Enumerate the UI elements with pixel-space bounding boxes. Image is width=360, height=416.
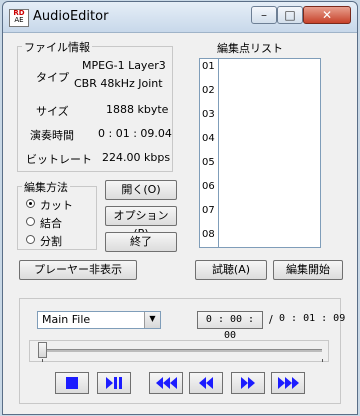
list-item: 01 bbox=[202, 61, 215, 72]
close-icon: ✕ bbox=[321, 8, 333, 22]
forward-icon bbox=[232, 373, 264, 393]
title-bar[interactable]: RD AE AudioEditor – □ ✕ bbox=[3, 2, 357, 33]
forward-button[interactable] bbox=[231, 372, 265, 394]
list-item: 08 bbox=[202, 229, 215, 240]
start-edit-button[interactable]: 編集開始 bbox=[273, 260, 343, 280]
duration-value: 0 : 01 : 09.04 bbox=[98, 127, 172, 140]
time-separator: / bbox=[269, 313, 273, 326]
minimize-button[interactable]: – bbox=[251, 6, 277, 24]
options-button[interactable]: オプション(P) bbox=[105, 206, 177, 240]
minimize-icon: – bbox=[261, 8, 267, 22]
list-item: 02 bbox=[202, 85, 215, 96]
radio-split-indicator[interactable] bbox=[26, 235, 35, 244]
exit-button[interactable]: 終了 bbox=[105, 232, 177, 252]
type-value-line2: CBR 48kHz Joint bbox=[74, 77, 163, 90]
bitrate-label: ビットレート bbox=[26, 153, 92, 166]
list-item: 05 bbox=[202, 157, 215, 168]
type-value-line1: MPEG-1 Layer3 bbox=[82, 59, 166, 72]
current-time-display[interactable]: 0 : 00 : 00 bbox=[197, 311, 263, 341]
play-pause-button[interactable] bbox=[97, 372, 131, 394]
hide-player-button[interactable]: プレーヤー非表示 bbox=[19, 260, 137, 280]
play-pause-icon bbox=[98, 373, 130, 393]
rewind-icon bbox=[190, 373, 222, 393]
edit-points-list[interactable]: 01 02 03 04 05 06 07 08 bbox=[199, 58, 321, 248]
edit-points-label: 編集点リスト bbox=[217, 42, 283, 55]
radio-split[interactable]: 分割 bbox=[26, 233, 96, 248]
seek-slider-thumb[interactable] bbox=[38, 342, 47, 358]
edit-method-label: 編集方法 bbox=[22, 179, 70, 195]
list-item: 03 bbox=[202, 109, 215, 120]
list-scrollbar[interactable] bbox=[304, 59, 320, 247]
type-label: タイプ bbox=[36, 71, 69, 84]
seek-slider-tick-end bbox=[322, 359, 323, 362]
maximize-button[interactable]: □ bbox=[277, 6, 303, 24]
duration-label: 演奏時間 bbox=[30, 129, 74, 142]
stop-button[interactable] bbox=[55, 372, 89, 394]
size-value: 1888 kbyte bbox=[106, 103, 169, 116]
app-icon: RD AE bbox=[9, 9, 29, 27]
app-window: RD AE AudioEditor – □ ✕ ファイル情報 タイプ MPEG-… bbox=[2, 1, 358, 415]
file-info-group: ファイル情報 タイプ MPEG-1 Layer3 CBR 48kHz Joint… bbox=[17, 39, 173, 172]
list-item: 07 bbox=[202, 205, 215, 216]
seek-slider[interactable] bbox=[29, 340, 329, 362]
seek-slider-tick-start bbox=[42, 359, 43, 362]
file-info-label: ファイル情報 bbox=[22, 39, 92, 55]
stop-icon bbox=[56, 373, 88, 393]
edit-points-numbers: 01 02 03 04 05 06 07 08 bbox=[200, 59, 219, 247]
app-icon-text-bottom: AE bbox=[14, 16, 24, 24]
fast-rewind-button[interactable] bbox=[149, 372, 183, 394]
radio-split-label: 分割 bbox=[40, 235, 62, 248]
edit-method-group: 編集方法 カット 結合 分割 bbox=[17, 179, 97, 250]
seek-slider-track bbox=[40, 349, 322, 352]
radio-cut-label: カット bbox=[40, 199, 73, 212]
preview-button[interactable]: 試聴(A) bbox=[195, 260, 267, 280]
list-item: 04 bbox=[202, 133, 215, 144]
radio-cut-indicator[interactable] bbox=[26, 199, 35, 208]
file-select[interactable]: Main File ▼ bbox=[37, 311, 161, 329]
chevron-down-icon[interactable]: ▼ bbox=[144, 312, 160, 328]
total-time: 0 : 01 : 09 bbox=[279, 313, 346, 324]
radio-join-label: 結合 bbox=[40, 217, 62, 230]
radio-join-indicator[interactable] bbox=[26, 217, 35, 226]
fast-rewind-icon bbox=[150, 373, 182, 393]
open-button[interactable]: 開く(O) bbox=[105, 180, 177, 200]
fast-forward-button[interactable] bbox=[271, 372, 305, 394]
file-select-value: Main File bbox=[42, 313, 91, 326]
maximize-icon: □ bbox=[284, 8, 296, 22]
radio-cut[interactable]: カット bbox=[26, 197, 96, 212]
size-label: サイズ bbox=[36, 105, 69, 118]
close-button[interactable]: ✕ bbox=[303, 6, 351, 24]
fast-forward-icon bbox=[272, 373, 304, 393]
radio-join[interactable]: 結合 bbox=[26, 215, 96, 230]
bitrate-value: 224.00 kbps bbox=[102, 151, 171, 164]
window-title: AudioEditor bbox=[33, 9, 109, 24]
rewind-button[interactable] bbox=[189, 372, 223, 394]
list-item: 06 bbox=[202, 181, 215, 192]
